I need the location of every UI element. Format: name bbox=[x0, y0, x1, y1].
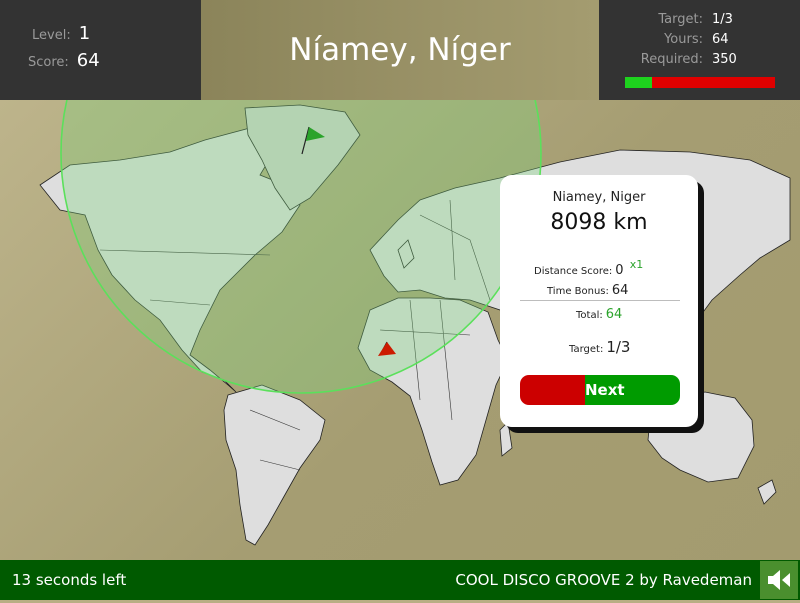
level-value: 1 bbox=[78, 23, 91, 44]
card-divider bbox=[520, 300, 680, 301]
result-distance: 8098 km bbox=[550, 210, 648, 235]
result-card: Niamey, Niger 8098 km Distance Score: 0 x… bbox=[500, 175, 698, 427]
card-target-label: Target: bbox=[569, 344, 604, 355]
distance-score-value: 0 bbox=[615, 263, 624, 278]
south-america bbox=[223, 384, 326, 546]
city-title-panel: Níamey, Níger bbox=[201, 0, 599, 100]
new-zealand bbox=[757, 479, 777, 505]
total-value: 64 bbox=[605, 307, 623, 322]
score-multiplier: x1 bbox=[629, 258, 644, 271]
target-value: 1/3 bbox=[712, 12, 733, 27]
next-button-label: Next bbox=[585, 381, 625, 399]
yours-label: Yours: bbox=[664, 32, 703, 47]
level-label: Level: bbox=[32, 28, 71, 43]
required-value: 350 bbox=[712, 52, 737, 67]
score-label: Score: bbox=[28, 55, 69, 70]
yours-value: 64 bbox=[712, 32, 729, 47]
card-target-row: Target: 1/3 bbox=[569, 338, 630, 356]
card-target-value: 1/3 bbox=[606, 338, 631, 356]
sound-button[interactable] bbox=[760, 561, 798, 599]
bottom-bar: 13 seconds left COOL DISCO GROOVE 2 by R… bbox=[0, 560, 800, 600]
score-progress-fill bbox=[625, 77, 652, 88]
total-row: Total: 64 bbox=[576, 307, 622, 322]
result-city: Niamey, Niger bbox=[552, 190, 646, 205]
top-bar: Level: 1 Score: 64 Níamey, Níger Target: 1… bbox=[0, 0, 800, 100]
madagascar bbox=[499, 421, 513, 457]
distance-score-row: Distance Score: 0 x1 bbox=[534, 258, 643, 278]
speaker-icon bbox=[768, 570, 790, 590]
level-stat: Level: 1 bbox=[32, 23, 90, 44]
music-title: COOL DISCO GROOVE 2 by Ravedeman bbox=[455, 571, 752, 589]
target-label: Target: bbox=[658, 12, 703, 27]
score-progress-bar bbox=[625, 77, 775, 88]
total-label: Total: bbox=[576, 310, 603, 321]
score-value: 64 bbox=[76, 50, 100, 71]
time-bonus-label: Time Bonus: bbox=[547, 286, 609, 297]
distance-score-label: Distance Score: bbox=[534, 266, 613, 277]
score-stat: Score: 64 bbox=[28, 50, 100, 71]
time-bonus-value: 64 bbox=[611, 283, 629, 298]
next-button[interactable]: Next bbox=[520, 375, 680, 405]
city-title: Níamey, Níger bbox=[289, 32, 511, 68]
required-label: Required: bbox=[640, 52, 703, 67]
time-left: 13 seconds left bbox=[12, 571, 127, 589]
time-bonus-row: Time Bonus: 64 bbox=[547, 283, 628, 298]
